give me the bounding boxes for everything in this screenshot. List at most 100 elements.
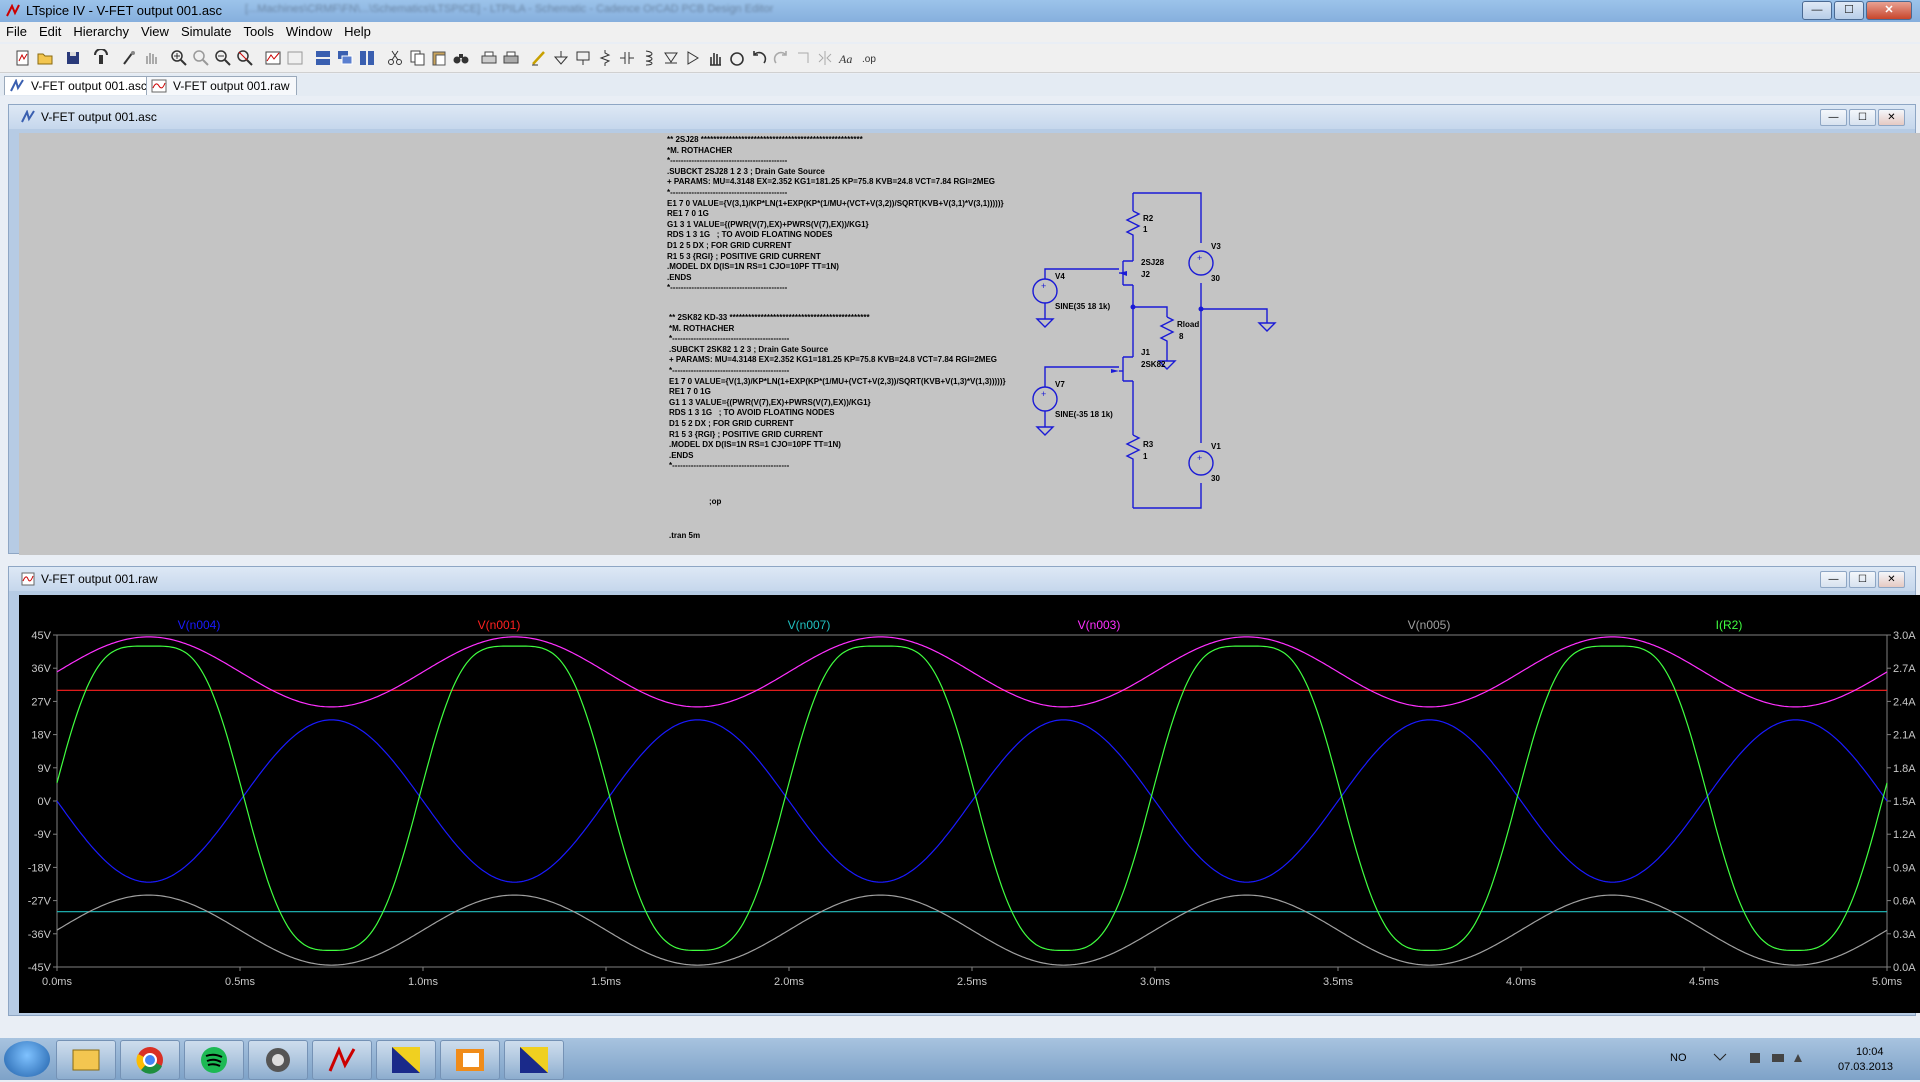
- clock-date: 07.03.2013: [1838, 1061, 1894, 1073]
- left-axis-label: -45V: [28, 962, 52, 974]
- trace-label: V(n005): [1408, 618, 1451, 632]
- start-button[interactable]: [4, 1041, 50, 1077]
- print-setup-icon[interactable]: [480, 49, 498, 67]
- inductor-icon[interactable]: [640, 49, 658, 67]
- waveform-svg[interactable]: 45V 36V 27V 18V 9V 0V -9V -18V -27V -36V -45V 3.0A 2…: [19, 595, 1920, 1013]
- menu-simulate[interactable]: Simulate: [175, 22, 238, 42]
- schematic-minimize-button[interactable]: —: [1820, 109, 1847, 126]
- spotify-taskbar-icon[interactable]: [184, 1040, 244, 1080]
- menu-view[interactable]: View: [135, 22, 175, 42]
- language-indicator[interactable]: NO: [1670, 1052, 1687, 1064]
- open-folder-icon[interactable]: [36, 49, 54, 67]
- resistor-icon[interactable]: [596, 49, 614, 67]
- trace-i-r2-: [56, 645, 1888, 951]
- chrome-taskbar-icon[interactable]: [120, 1040, 180, 1080]
- right-axis-label: 2.1A: [1893, 730, 1916, 742]
- capacitor-icon[interactable]: [618, 49, 636, 67]
- tab-waveform[interactable]: V-FET output 001.raw: [146, 76, 297, 95]
- outlook-taskbar-icon[interactable]: [440, 1040, 500, 1080]
- v3-value: 30: [1211, 274, 1220, 283]
- draw-wire-icon[interactable]: [530, 49, 548, 67]
- left-axis-label: -27V: [28, 896, 52, 908]
- tab-schematic[interactable]: V-FET output 001.asc: [4, 76, 154, 95]
- x-axis-label: 5.0ms: [1872, 976, 1902, 988]
- cascade-icon[interactable]: [336, 49, 354, 67]
- x-axis-label: 0.5ms: [225, 976, 255, 988]
- zoom-pan-icon[interactable]: [192, 49, 210, 67]
- find-icon[interactable]: [452, 49, 470, 67]
- trace-v-n004-: [56, 719, 1888, 883]
- zoom-out-icon[interactable]: [214, 49, 232, 67]
- waveform-minimize-button[interactable]: —: [1820, 571, 1847, 588]
- maximize-button[interactable]: ☐: [1834, 1, 1864, 20]
- redo-icon[interactable]: [772, 49, 790, 67]
- ground-icon[interactable]: [552, 49, 570, 67]
- rotate-icon[interactable]: [794, 49, 812, 67]
- tray-icons[interactable]: [1712, 1050, 1812, 1066]
- left-axis-label: -9V: [34, 829, 52, 841]
- menu-file[interactable]: File: [0, 22, 33, 42]
- svg-text:+: +: [1041, 389, 1046, 399]
- x-axis-label: 4.5ms: [1689, 976, 1719, 988]
- left-axis-label: 45V: [31, 630, 51, 642]
- label-net-icon[interactable]: [574, 49, 592, 67]
- run-icon[interactable]: [120, 49, 138, 67]
- move-hand-icon[interactable]: [706, 49, 724, 67]
- waveform-close-button[interactable]: ✕: [1878, 571, 1905, 588]
- fit-window-icon[interactable]: [286, 49, 304, 67]
- right-axis-label: 1.5A: [1893, 796, 1916, 808]
- copy-icon[interactable]: [408, 49, 426, 67]
- schematic-close-button[interactable]: ✕: [1878, 109, 1905, 126]
- zoom-in-icon[interactable]: [170, 49, 188, 67]
- explorer-taskbar-icon[interactable]: [56, 1040, 116, 1080]
- waveform-window-titlebar: V-FET output 001.raw — ☐ ✕: [9, 567, 1915, 591]
- print-icon[interactable]: [502, 49, 520, 67]
- schematic-restore-button[interactable]: ☐: [1849, 109, 1876, 126]
- right-axis-label: 2.4A: [1893, 696, 1916, 708]
- waveform-plot[interactable]: 45V 36V 27V 18V 9V 0V -9V -18V -27V -36V -45V 3.0A 2…: [19, 595, 1920, 1013]
- right-axis-label: 0.0A: [1893, 962, 1916, 974]
- menu-edit[interactable]: Edit: [33, 22, 67, 42]
- x-axis-label: 4.0ms: [1506, 976, 1536, 988]
- control-panel-icon[interactable]: [92, 48, 110, 67]
- new-schematic-icon[interactable]: [14, 49, 32, 67]
- app-taskbar-icon[interactable]: [248, 1040, 308, 1080]
- x-axis-label: 1.0ms: [408, 976, 438, 988]
- tab-schematic-label: V-FET output 001.asc: [31, 79, 147, 93]
- schematic-icon: [10, 79, 24, 92]
- diode-icon[interactable]: [662, 49, 680, 67]
- drag-hand-icon[interactable]: [728, 49, 746, 67]
- menu-hierarchy[interactable]: Hierarchy: [67, 22, 135, 42]
- paste-icon[interactable]: [430, 49, 448, 67]
- mirror-icon[interactable]: [816, 49, 834, 67]
- left-axis-label: 18V: [31, 730, 51, 742]
- schematic-canvas[interactable]: ** 2SJ28 *******************************…: [19, 133, 1920, 555]
- menu-bar: File Edit Hierarchy View Simulate Tools …: [0, 22, 1920, 42]
- save-icon[interactable]: [64, 49, 82, 67]
- orcad-taskbar-icon[interactable]: [376, 1040, 436, 1080]
- schematic-icon: [21, 110, 35, 123]
- undo-icon[interactable]: [750, 49, 768, 67]
- taskbar: NO 10:04 07.03.2013: [0, 1038, 1920, 1080]
- ltspice-taskbar-icon[interactable]: [312, 1040, 372, 1080]
- menu-tools[interactable]: Tools: [238, 22, 280, 42]
- tile-vertical-icon[interactable]: [358, 49, 376, 67]
- menu-window[interactable]: Window: [280, 22, 338, 42]
- cut-icon[interactable]: [386, 49, 404, 67]
- v7-value: SINE(-35 18 1k): [1055, 410, 1113, 419]
- spice-directive-icon[interactable]: .op: [860, 49, 878, 67]
- schematic-drawing[interactable]: R2 1 2SJ28 J2 Rload 8 J1 2SK82 R3 1 V3 3…: [19, 133, 1920, 555]
- close-button[interactable]: ✕: [1866, 1, 1912, 20]
- waveform-icon: [151, 79, 167, 93]
- minimize-button[interactable]: —: [1802, 1, 1832, 20]
- text-icon[interactable]: Aa: [838, 49, 856, 67]
- component-icon[interactable]: [684, 49, 702, 67]
- orcad2-taskbar-icon[interactable]: [504, 1040, 564, 1080]
- zoom-fit-icon[interactable]: [236, 49, 254, 67]
- waveform-restore-button[interactable]: ☐: [1849, 571, 1876, 588]
- autorange-icon[interactable]: [264, 49, 282, 67]
- menu-help[interactable]: Help: [338, 22, 377, 42]
- v3-label: V3: [1211, 242, 1221, 251]
- tile-horizontal-icon[interactable]: [314, 49, 332, 67]
- halt-hand-icon[interactable]: [142, 49, 160, 67]
